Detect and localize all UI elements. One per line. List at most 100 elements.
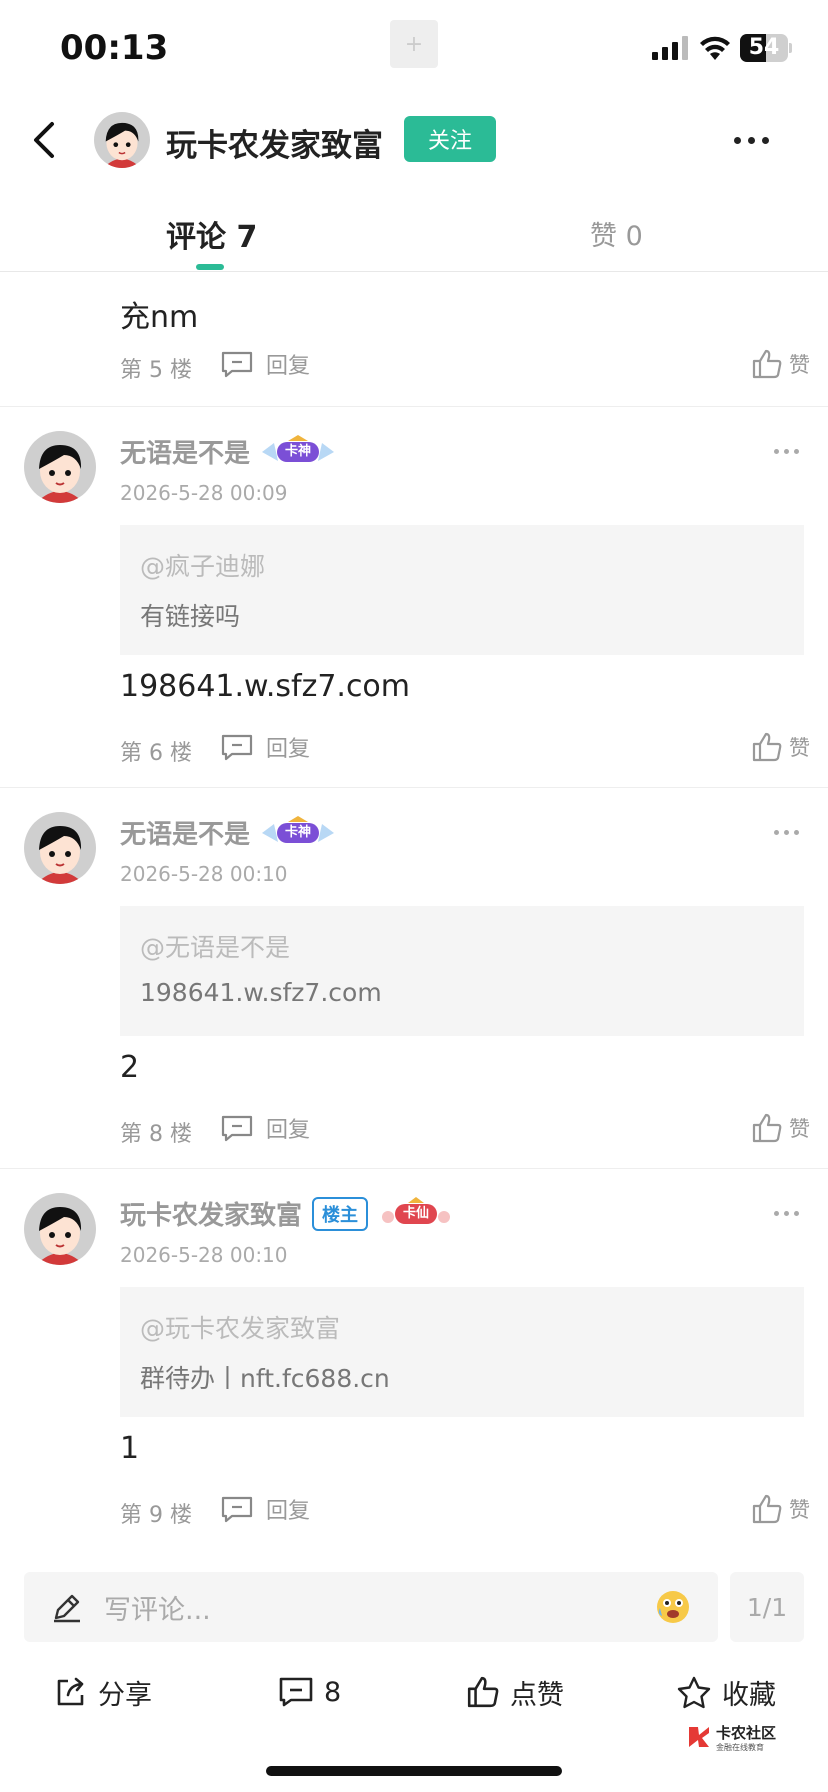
comment-footer: 第 9 楼 回复 赞 xyxy=(120,1493,810,1533)
commenter-name-row: 无语是不是 卡神 xyxy=(120,814,336,851)
comment-time: 2026-5-28 00:10 xyxy=(120,862,288,886)
thumbs-up-icon xyxy=(752,1113,782,1143)
reply-label: 回复 xyxy=(266,1499,311,1524)
like-button[interactable]: 赞 xyxy=(751,731,810,763)
rank-badge-label: 卡神 xyxy=(277,822,320,843)
comment-body: 1 xyxy=(120,1431,140,1466)
quoted-user[interactable]: @疯子迪娜 xyxy=(140,547,265,583)
reply-bubble-icon xyxy=(221,1496,253,1523)
home-indicator[interactable] xyxy=(266,1766,562,1776)
comment-tabs: 评论 7 赞 0 xyxy=(0,200,828,272)
tab-comments[interactable]: 评论 7 xyxy=(166,212,257,256)
like-button[interactable]: 赞 xyxy=(751,348,810,380)
commenter-avatar[interactable] xyxy=(24,812,96,884)
comment-bubble-icon xyxy=(279,1677,313,1707)
quoted-comment: @无语是不是 198641.w.sfz7.com xyxy=(120,906,804,1036)
reply-button[interactable]: 回复 xyxy=(220,348,310,380)
follow-button[interactable]: 关注 xyxy=(404,116,496,162)
comment-time: 2026-5-28 00:10 xyxy=(120,1243,288,1267)
favorite-button[interactable]: 收藏 xyxy=(676,1660,776,1724)
quoted-user[interactable]: @无语是不是 xyxy=(140,928,290,964)
more-horizontal-icon xyxy=(774,830,779,835)
bottom-action-bar: 分享 8 点赞 收藏 xyxy=(0,1660,828,1724)
quoted-text: 群待办丨nft.fc688.cn xyxy=(140,1364,390,1393)
battery-level: 54 xyxy=(748,35,780,60)
author-avatar[interactable] xyxy=(94,112,150,168)
comment-more-button[interactable] xyxy=(774,449,799,454)
comment-more-button[interactable] xyxy=(774,830,799,835)
more-button[interactable] xyxy=(726,124,776,156)
brand-logo-icon xyxy=(689,1727,709,1747)
commenter-name[interactable]: 玩卡农发家致富 xyxy=(120,1195,302,1232)
commenter-name[interactable]: 无语是不是 xyxy=(120,814,250,851)
like-label: 赞 xyxy=(789,353,810,377)
reply-button[interactable]: 回复 xyxy=(220,1112,310,1144)
commenter-avatar[interactable] xyxy=(24,1193,96,1265)
brand-title: 卡农社区 xyxy=(716,1724,777,1742)
share-icon xyxy=(57,1677,84,1706)
reply-bubble-icon xyxy=(221,734,253,761)
comment-body: 198641.w.sfz7.com xyxy=(120,669,411,704)
reply-label: 回复 xyxy=(266,354,311,379)
comment-footer: 第 6 楼 回复 赞 xyxy=(120,731,810,771)
like-button[interactable]: 赞 xyxy=(751,1493,810,1525)
status-bar: 00:13 + 54 xyxy=(0,0,828,100)
comment-input-placeholder: 写评论... xyxy=(104,1595,211,1626)
thumbs-up-icon xyxy=(752,1494,782,1524)
comment-input[interactable]: 写评论... xyxy=(24,1572,718,1642)
brand-subtitle: 金融在线教育 xyxy=(716,1743,764,1752)
like-button[interactable]: 赞 xyxy=(751,1112,810,1144)
like-post-label: 点赞 xyxy=(510,1679,564,1711)
like-label: 赞 xyxy=(789,1117,810,1141)
active-tab-indicator xyxy=(196,264,224,270)
comment-footer: 第 8 楼 回复 赞 xyxy=(120,1112,810,1152)
floor-number: 第 6 楼 xyxy=(120,741,192,766)
star-icon xyxy=(677,1676,711,1709)
more-horizontal-icon xyxy=(774,449,779,454)
commenter-avatar[interactable] xyxy=(24,431,96,503)
back-chevron-icon xyxy=(34,122,54,158)
thumbs-up-icon xyxy=(752,732,782,762)
commenter-name[interactable]: 无语是不是 xyxy=(120,433,250,470)
like-post-button[interactable]: 点赞 xyxy=(466,1660,564,1724)
share-button[interactable]: 分享 xyxy=(54,1660,152,1724)
floor-number: 第 5 楼 xyxy=(120,358,192,383)
author-name[interactable]: 玩卡农发家致富 xyxy=(166,120,383,165)
comment-item: 无语是不是 卡神 2026-5-28 00:09 @疯子迪娜 有链接吗 1986… xyxy=(0,407,828,787)
plus-icon: + xyxy=(390,20,438,68)
status-time: 00:13 xyxy=(60,28,169,68)
owner-badge: 楼主 xyxy=(312,1196,369,1231)
emoji-icon[interactable] xyxy=(654,1588,692,1626)
comment-item: 无语是不是 卡神 2026-5-28 00:10 @无语是不是 198641.w… xyxy=(0,788,828,1168)
battery-icon: 54 xyxy=(740,34,792,62)
cellular-signal-icon xyxy=(652,36,688,60)
comment-item: 玩卡农发家致富 楼主 卡仙 2026-5-28 00:10 @玩卡农发家致富 群… xyxy=(0,1169,828,1549)
commenter-name-row: 无语是不是 卡神 xyxy=(120,433,336,470)
reply-bubble-icon xyxy=(221,1115,253,1142)
reply-label: 回复 xyxy=(266,1118,311,1143)
rank-badge-label: 卡神 xyxy=(277,441,320,462)
thumbs-up-icon xyxy=(467,1676,499,1708)
back-button[interactable] xyxy=(24,118,64,162)
commenter-name-row: 玩卡农发家致富 楼主 卡仙 xyxy=(120,1195,454,1232)
comment-more-button[interactable] xyxy=(774,1211,799,1216)
share-label: 分享 xyxy=(98,1679,152,1711)
floor-number: 第 8 楼 xyxy=(120,1122,192,1147)
comment-count-button[interactable]: 8 xyxy=(278,1660,341,1724)
reply-button[interactable]: 回复 xyxy=(220,731,310,763)
rank-badge: 卡仙 xyxy=(378,1196,454,1231)
floor-number: 第 9 楼 xyxy=(120,1503,192,1528)
pencil-icon xyxy=(54,1594,80,1623)
thumbs-up-icon xyxy=(752,349,782,379)
quoted-comment: @疯子迪娜 有链接吗 xyxy=(120,525,804,655)
reply-button[interactable]: 回复 xyxy=(220,1493,310,1525)
tab-likes[interactable]: 赞 0 xyxy=(590,214,643,253)
reply-label: 回复 xyxy=(266,737,311,762)
quoted-comment: @玩卡农发家致富 群待办丨nft.fc688.cn xyxy=(120,1287,804,1417)
comment-footer: 第 5 楼 回复 赞 xyxy=(120,348,810,388)
comment-time: 2026-5-28 00:09 xyxy=(120,481,288,505)
page-indicator[interactable]: 1/1 xyxy=(730,1572,804,1642)
rank-badge: 卡神 xyxy=(260,815,336,850)
quoted-user[interactable]: @玩卡农发家致富 xyxy=(140,1309,340,1345)
favorite-label: 收藏 xyxy=(722,1679,776,1711)
